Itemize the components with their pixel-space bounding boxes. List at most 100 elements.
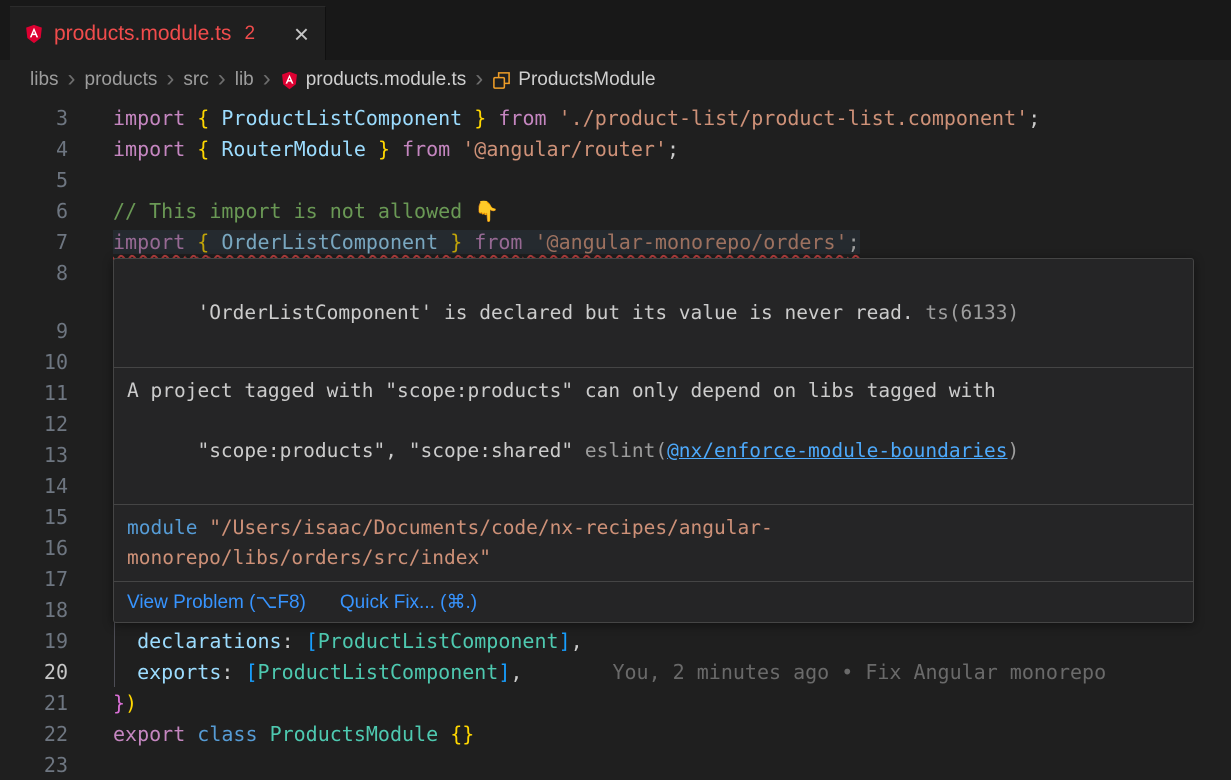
code-line-20[interactable]: 20 exports: [ProductListComponent],You, … [0,656,1231,687]
token [547,106,559,130]
breadcrumb-item-libs[interactable]: libs [30,69,59,91]
token: './product-list/product-list.component' [559,106,1029,130]
line-content: import { RouterModule } from '@angular/r… [68,137,679,161]
code-line-19[interactable]: 19 declarations: [ProductListComponent], [0,625,1231,656]
module-path-line2: monorepo/libs/orders/src/index" [127,546,491,569]
breadcrumb-bar: libs › products › src › lib › products.m… [0,60,1231,100]
token [450,137,462,161]
hover-module-info: module "/Users/isaac/Documents/code/nx-r… [114,505,1193,581]
breadcrumb-separator: › [254,67,280,94]
code-line-6[interactable]: 6 // This import is not allowed 👇 [0,195,1231,226]
view-problem-link[interactable]: View Problem (⌥F8) [127,591,306,614]
token: declarations [137,629,282,653]
line-number: 16 [0,536,68,560]
token [522,230,534,254]
code-line-4[interactable]: 4import { RouterModule } from '@angular/… [0,133,1231,164]
line-number: 3 [0,106,68,130]
token [185,137,197,161]
code-line-5[interactable]: 5 [0,164,1231,195]
eslint-message-line1: A project tagged with "scope:products" c… [127,379,996,402]
token: [ [245,660,257,684]
token: } [450,230,462,254]
line-number: 23 [0,753,68,777]
token: from [474,230,522,254]
line-number: 22 [0,722,68,746]
code-line-7[interactable]: 7 import { OrderListComponent } from '@an… [0,226,1231,257]
line-content: exports: [ProductListComponent],You, 2 m… [68,660,1106,684]
line-number: 13 [0,443,68,467]
token: } [378,137,390,161]
line-number: 7 [0,230,68,254]
tab-products-module[interactable]: products.module.ts 2 × [10,6,326,60]
line-number: 5 [0,168,68,192]
breadcrumb-item-file[interactable]: products.module.ts [280,69,467,91]
ts-diagnostic-code: ts(6133) [914,301,1020,324]
token: OrderListComponent [221,230,438,254]
token: class [197,722,257,746]
line-number: 20 [0,660,68,684]
hover-ts-diagnostic: 'OrderListComponent' is declared but its… [114,259,1193,367]
token: ; [848,230,860,254]
token: {} [450,722,474,746]
token [390,137,402,161]
breadcrumb-item-symbol[interactable]: ProductsModule [492,69,655,91]
line-number: 12 [0,412,68,436]
token: ) [125,691,137,715]
token: 👇 [474,199,499,223]
token [486,106,498,130]
error-squiggle: import { OrderListComponent } from '@ang… [113,230,860,254]
line-number: 14 [0,474,68,498]
eslint-rule-link[interactable]: @nx/enforce-module-boundaries [667,439,1007,462]
token: '@angular-monorepo/orders' [535,230,848,254]
tab-close-icon[interactable]: × [292,21,311,47]
breadcrumb-separator: › [209,67,235,94]
token: import [113,230,185,254]
token: RouterModule [221,137,366,161]
token [209,106,221,130]
token [185,722,197,746]
token [462,106,474,130]
code-line-22[interactable]: 22export class ProductsModule {} [0,718,1231,749]
line-number: 10 [0,350,68,374]
token: // This import is not allowed [113,199,474,223]
token: { [197,137,209,161]
line-number: 17 [0,567,68,591]
line-number: 6 [0,199,68,223]
token [258,722,270,746]
token: { [197,106,209,130]
token: from [402,137,450,161]
line-number: 15 [0,505,68,529]
token: export [113,722,185,746]
token: : [282,629,306,653]
inline-blame: You, 2 minutes ago • Fix Angular monorep… [612,660,1106,684]
breadcrumb-separator: › [157,67,183,94]
token [113,660,137,684]
module-keyword: module [127,516,197,539]
tab-bar: products.module.ts 2 × [0,0,1231,60]
tab-title: products.module.ts [54,22,231,46]
code-line-3[interactable]: 3import { ProductListComponent } from '.… [0,102,1231,133]
quick-fix-link[interactable]: Quick Fix... (⌘.) [340,591,477,614]
token: } [474,106,486,130]
line-number: 19 [0,629,68,653]
error-hover-tooltip: 'OrderListComponent' is declared but its… [113,258,1194,623]
token [113,629,137,653]
token: , [571,629,583,653]
eslint-message-line2: "scope:products", "scope:shared" [197,439,584,462]
token: from [498,106,546,130]
breadcrumb-item-src[interactable]: src [183,69,208,91]
token: ProductListComponent [258,660,499,684]
token [462,230,474,254]
token: ProductListComponent [318,629,559,653]
angular-icon [24,24,44,44]
code-line-21[interactable]: 21}) [0,687,1231,718]
line-content: declarations: [ProductListComponent], [68,629,583,653]
breadcrumb-item-products[interactable]: products [85,69,158,91]
hover-eslint-diagnostic: A project tagged with "scope:products" c… [114,368,1193,504]
token: '@angular/router' [462,137,667,161]
breadcrumb-separator: › [466,67,492,94]
breadcrumb-item-lib[interactable]: lib [235,69,254,91]
eslint-source-close: ) [1008,439,1020,462]
line-number: 18 [0,598,68,622]
code-line-23[interactable]: 23 [0,749,1231,780]
